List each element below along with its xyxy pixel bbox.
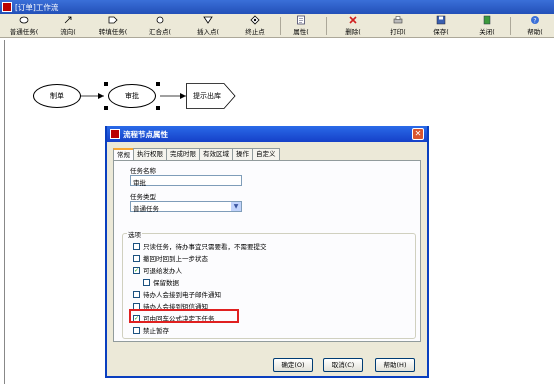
tab-region[interactable]: 有效区域	[199, 148, 233, 160]
checkbox[interactable]	[143, 278, 150, 286]
properties-icon	[297, 15, 305, 25]
dialog-close-button[interactable]: ✕	[412, 128, 424, 140]
diamond-icon	[250, 15, 260, 25]
svg-text:?: ?	[533, 18, 536, 25]
checkbox[interactable]	[133, 242, 140, 250]
dialog-title: 流程节点属性	[123, 130, 168, 139]
option-withdraw[interactable]: 撤回时回到上一步状态	[133, 253, 208, 263]
toolbar-print-button[interactable]: 打印(	[385, 15, 411, 37]
task-type-value: 普通任务	[133, 205, 159, 213]
toolbar-transfer-task-button[interactable]: 转填任务(	[94, 15, 132, 37]
option-email-notify[interactable]: 待办人会接到电子邮件通知	[133, 289, 221, 299]
window-titlebar: [订单]工作流	[0, 0, 554, 14]
toolbar-insert-point-button[interactable]: 插入点(	[193, 15, 223, 37]
app-icon	[2, 2, 12, 12]
options-legend: 选项	[127, 229, 142, 239]
app-icon	[110, 129, 120, 139]
task-type-select[interactable]: 普通任务 ▼	[130, 201, 242, 213]
flow-node-outbound[interactable]: 提示出库	[187, 84, 227, 108]
toolbar-separator	[510, 17, 511, 35]
ellipse-icon	[19, 16, 29, 24]
toolbar-delete-button[interactable]: 删除(	[340, 15, 366, 37]
option-readonly[interactable]: 只读任务，待办事宜只需要看，不需要提交	[133, 241, 267, 251]
toolbar-separator	[326, 17, 327, 35]
checkbox[interactable]	[133, 290, 140, 298]
print-icon	[393, 16, 403, 24]
toolbar-flow-button[interactable]: 流向(	[56, 15, 80, 37]
checkbox[interactable]	[133, 326, 140, 334]
circle-icon	[156, 16, 164, 24]
tab-permissions[interactable]: 执行权限	[133, 148, 167, 160]
dialog-titlebar: 流程节点属性 ✕	[107, 126, 427, 142]
task-name-label: 任务名称	[130, 167, 156, 175]
chevron-down-icon[interactable]: ▼	[231, 202, 241, 211]
toolbar-end-point-button[interactable]: 终止点	[243, 15, 267, 37]
option-return[interactable]: ✓ 可退给发办人	[133, 265, 182, 275]
checkbox-checked[interactable]: ✓	[133, 266, 140, 274]
toolbar: 普通任务( 流向( 转填任务( 汇合点( 插入点( 终止点 属性( 删除( 打印…	[0, 14, 554, 38]
task-name-input[interactable]: 审批	[130, 175, 242, 187]
delete-icon	[349, 16, 357, 24]
help-icon: ?	[531, 16, 539, 25]
cancel-button[interactable]: 取消(C)	[323, 358, 363, 372]
checkbox[interactable]	[133, 254, 140, 262]
arrow-icon	[64, 16, 72, 24]
toolbar-normal-task-button[interactable]: 普通任务(	[4, 15, 44, 37]
flow-node-approve[interactable]: 审批	[108, 84, 156, 108]
save-icon	[436, 15, 446, 25]
triangle-icon	[203, 16, 213, 24]
option-keep-data[interactable]: 保留数据	[143, 277, 179, 287]
pentagon-icon	[108, 16, 118, 24]
help-button[interactable]: 帮助(H)	[375, 358, 415, 372]
options-group: 选项 只读任务，待办事宜只需要看，不需要提交 撤回时回到上一步状态 ✓ 可退给发…	[122, 229, 416, 339]
tab-deadline[interactable]: 完成时限	[166, 148, 200, 160]
node-properties-dialog: 流程节点属性 ✕ 常规 执行权限 完成时限 有效区域 操作 自定义 任务名称 审…	[105, 126, 429, 378]
ok-button[interactable]: 确定(O)	[273, 358, 313, 372]
toolbar-separator	[280, 17, 281, 35]
task-type-label: 任务类型	[130, 193, 156, 201]
toolbar-merge-point-button[interactable]: 汇合点(	[145, 15, 175, 37]
window-title: [订单]工作流	[15, 3, 59, 12]
tab-custom[interactable]: 自定义	[252, 148, 280, 160]
toolbar-close-button[interactable]: 关闭(	[474, 15, 500, 37]
toolbar-help-button[interactable]: ? 帮助(	[522, 15, 548, 37]
general-panel: 任务名称 审批 任务类型 普通任务 ▼ 选项 只读任务，待办事宜只需要看，不需要…	[113, 160, 421, 342]
toolbar-save-button[interactable]: 保存(	[428, 15, 454, 37]
red-highlight-box	[129, 309, 239, 323]
close-icon	[483, 15, 491, 25]
tab-operations[interactable]: 操作	[232, 148, 253, 160]
flow-node-create[interactable]: 制单	[33, 84, 81, 108]
option-no-temp-save[interactable]: 禁止暂存	[133, 325, 169, 335]
toolbar-properties-button[interactable]: 属性(	[288, 15, 314, 37]
